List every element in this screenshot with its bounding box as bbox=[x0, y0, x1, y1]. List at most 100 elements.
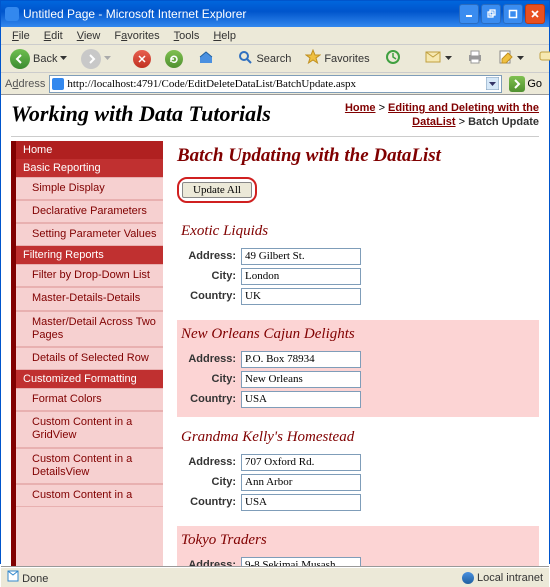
menu-favorites[interactable]: Favorites bbox=[107, 29, 166, 43]
sidebar-section-header[interactable]: Filtering Reports bbox=[16, 246, 163, 264]
field-label: Address: bbox=[181, 559, 236, 567]
field-label: Address: bbox=[181, 250, 236, 262]
restore-button[interactable] bbox=[481, 4, 501, 24]
refresh-button[interactable] bbox=[160, 48, 188, 70]
address-input[interactable] bbox=[241, 454, 361, 471]
country-input[interactable] bbox=[241, 288, 361, 305]
field-label: Country: bbox=[181, 496, 236, 508]
close-button[interactable] bbox=[525, 4, 545, 24]
menu-edit[interactable]: Edit bbox=[37, 29, 70, 43]
search-label: Search bbox=[256, 53, 291, 65]
supplier-name: Tokyo Traders bbox=[181, 532, 535, 549]
country-input[interactable] bbox=[241, 494, 361, 511]
field-label: Country: bbox=[181, 290, 236, 302]
field-label: City: bbox=[181, 373, 236, 385]
refresh-icon bbox=[165, 50, 183, 68]
supplier-record: Tokyo TradersAddress:City:Country: bbox=[177, 526, 539, 567]
sidebar-section-header[interactable]: Customized Formatting bbox=[16, 370, 163, 388]
supplier-record: Grandma Kelly's HomesteadAddress:City:Co… bbox=[177, 423, 539, 520]
update-all-button[interactable]: Update All bbox=[182, 182, 252, 198]
sidebar-item[interactable]: Declarative Parameters bbox=[16, 200, 163, 223]
crumb-home[interactable]: Home bbox=[345, 102, 376, 114]
city-input[interactable] bbox=[241, 474, 361, 491]
star-icon bbox=[305, 49, 321, 68]
edit-button[interactable] bbox=[493, 47, 529, 70]
address-label: Address bbox=[5, 78, 45, 90]
field-label: Country: bbox=[181, 393, 236, 405]
sidebar-item[interactable]: Filter by Drop-Down List bbox=[16, 264, 163, 287]
address-bar: Address Go bbox=[1, 73, 549, 95]
print-icon bbox=[466, 49, 484, 68]
home-button[interactable] bbox=[192, 46, 220, 71]
print-button[interactable] bbox=[461, 47, 489, 70]
toolbar: Back Search Favorites bbox=[1, 45, 549, 73]
page-viewport[interactable]: Working with Data Tutorials Home > Editi… bbox=[1, 95, 549, 567]
breadcrumb: Home > Editing and Deleting with the Dat… bbox=[329, 101, 539, 130]
go-label: Go bbox=[527, 78, 542, 90]
sidebar-item[interactable]: Simple Display bbox=[16, 177, 163, 200]
menu-tools[interactable]: Tools bbox=[167, 29, 207, 43]
address-input[interactable] bbox=[67, 78, 483, 90]
crumb-current: Batch Update bbox=[468, 116, 539, 128]
menu-help[interactable]: Help bbox=[206, 29, 243, 43]
discuss-button[interactable] bbox=[533, 47, 550, 70]
dropdown-icon[interactable] bbox=[486, 77, 499, 90]
sidebar-item[interactable]: Custom Content in a DetailsView bbox=[16, 448, 163, 484]
country-input[interactable] bbox=[241, 391, 361, 408]
city-input[interactable] bbox=[241, 371, 361, 388]
go-icon bbox=[509, 76, 525, 92]
menubar: File Edit View Favorites Tools Help bbox=[1, 27, 549, 45]
zone-icon bbox=[462, 572, 474, 584]
supplier-record: Exotic Liquids Address: City: Country: bbox=[177, 217, 539, 314]
sidebar-item[interactable]: Format Colors bbox=[16, 388, 163, 411]
mail-button[interactable] bbox=[419, 48, 457, 69]
sidebar-home[interactable]: Home bbox=[16, 141, 163, 159]
discuss-icon bbox=[538, 49, 550, 68]
search-button[interactable]: Search bbox=[232, 47, 296, 70]
address-input[interactable] bbox=[241, 248, 361, 265]
field-label: Address: bbox=[181, 353, 236, 365]
address-input[interactable] bbox=[241, 351, 361, 368]
favorites-button[interactable]: Favorites bbox=[300, 47, 374, 70]
sidebar-item[interactable]: Details of Selected Row bbox=[16, 347, 163, 370]
home-icon bbox=[197, 48, 215, 69]
search-icon bbox=[237, 49, 253, 68]
chevron-down-icon bbox=[517, 56, 524, 61]
field-label: City: bbox=[181, 270, 236, 282]
update-highlight: Update All bbox=[177, 177, 257, 203]
supplier-name: Exotic Liquids bbox=[181, 223, 535, 240]
stop-button[interactable] bbox=[128, 48, 156, 70]
mail-icon bbox=[424, 50, 442, 67]
menu-view[interactable]: View bbox=[70, 29, 108, 43]
page-title: Working with Data Tutorials bbox=[11, 101, 271, 127]
history-button[interactable] bbox=[379, 46, 407, 71]
maximize-button[interactable] bbox=[503, 4, 523, 24]
favorites-label: Favorites bbox=[324, 53, 369, 65]
page-icon bbox=[52, 78, 64, 90]
forward-icon bbox=[81, 49, 101, 69]
city-input[interactable] bbox=[241, 268, 361, 285]
sidebar: Home Basic ReportingSimple DisplayDeclar… bbox=[11, 141, 163, 567]
sidebar-section-header[interactable]: Basic Reporting bbox=[16, 159, 163, 177]
chevron-down-icon bbox=[60, 56, 67, 61]
sidebar-item[interactable]: Custom Content in a bbox=[16, 484, 163, 507]
back-icon bbox=[10, 49, 30, 69]
sidebar-item[interactable]: Master-Details-Details bbox=[16, 287, 163, 310]
stop-icon bbox=[133, 50, 151, 68]
go-button[interactable]: Go bbox=[506, 76, 545, 92]
done-icon bbox=[7, 573, 19, 585]
sidebar-item[interactable]: Custom Content in a GridView bbox=[16, 411, 163, 447]
sidebar-item[interactable]: Master/Detail Across Two Pages bbox=[16, 311, 163, 347]
back-button[interactable]: Back bbox=[5, 47, 72, 71]
status-bar: Done Local intranet bbox=[1, 567, 549, 587]
address-input[interactable] bbox=[241, 557, 361, 567]
sidebar-item[interactable]: Setting Parameter Values bbox=[16, 223, 163, 246]
edit-icon bbox=[498, 49, 514, 68]
window-titlebar: Untitled Page - Microsoft Internet Explo… bbox=[1, 1, 549, 27]
menu-file[interactable]: File bbox=[5, 29, 37, 43]
address-box[interactable] bbox=[49, 75, 502, 93]
supplier-name: New Orleans Cajun Delights bbox=[181, 326, 535, 343]
minimize-button[interactable] bbox=[459, 4, 479, 24]
forward-button[interactable] bbox=[76, 47, 116, 71]
main-content: Batch Updating with the DataList Update … bbox=[177, 141, 539, 567]
